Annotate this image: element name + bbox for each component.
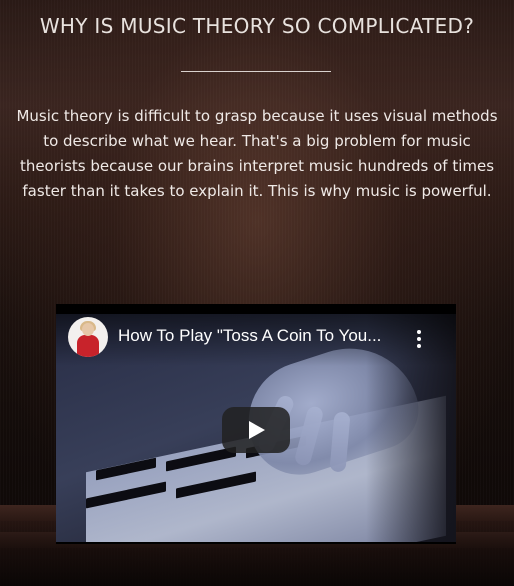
dot: [417, 344, 421, 348]
more-vertical-icon[interactable]: [412, 328, 426, 350]
description-line: Music theory is difficult to grasp becau…: [16, 107, 498, 125]
play-icon: [249, 421, 265, 439]
description-line: theorists because our brains interpret m…: [19, 157, 495, 175]
channel-avatar-icon[interactable]: [68, 317, 108, 357]
page: WHY IS MUSIC THEORY SO COMPLICATED? Musi…: [0, 0, 514, 586]
avatar-head: [82, 323, 94, 336]
section-title: WHY IS MUSIC THEORY SO COMPLICATED?: [39, 14, 475, 38]
video-title-link[interactable]: How To Play "Toss A Coin To You...: [118, 326, 408, 346]
description-line: faster than it takes to explain it. This…: [22, 182, 492, 200]
description-line: to describe what we hear. That's a big p…: [43, 132, 471, 150]
dot: [417, 330, 421, 334]
title-divider: [181, 71, 331, 72]
video-player[interactable]: How To Play "Toss A Coin To You...: [56, 304, 456, 544]
dot: [417, 337, 421, 341]
section-description: Music theory is difficult to grasp becau…: [0, 104, 514, 204]
play-button[interactable]: [222, 407, 290, 453]
avatar-body: [77, 335, 99, 357]
